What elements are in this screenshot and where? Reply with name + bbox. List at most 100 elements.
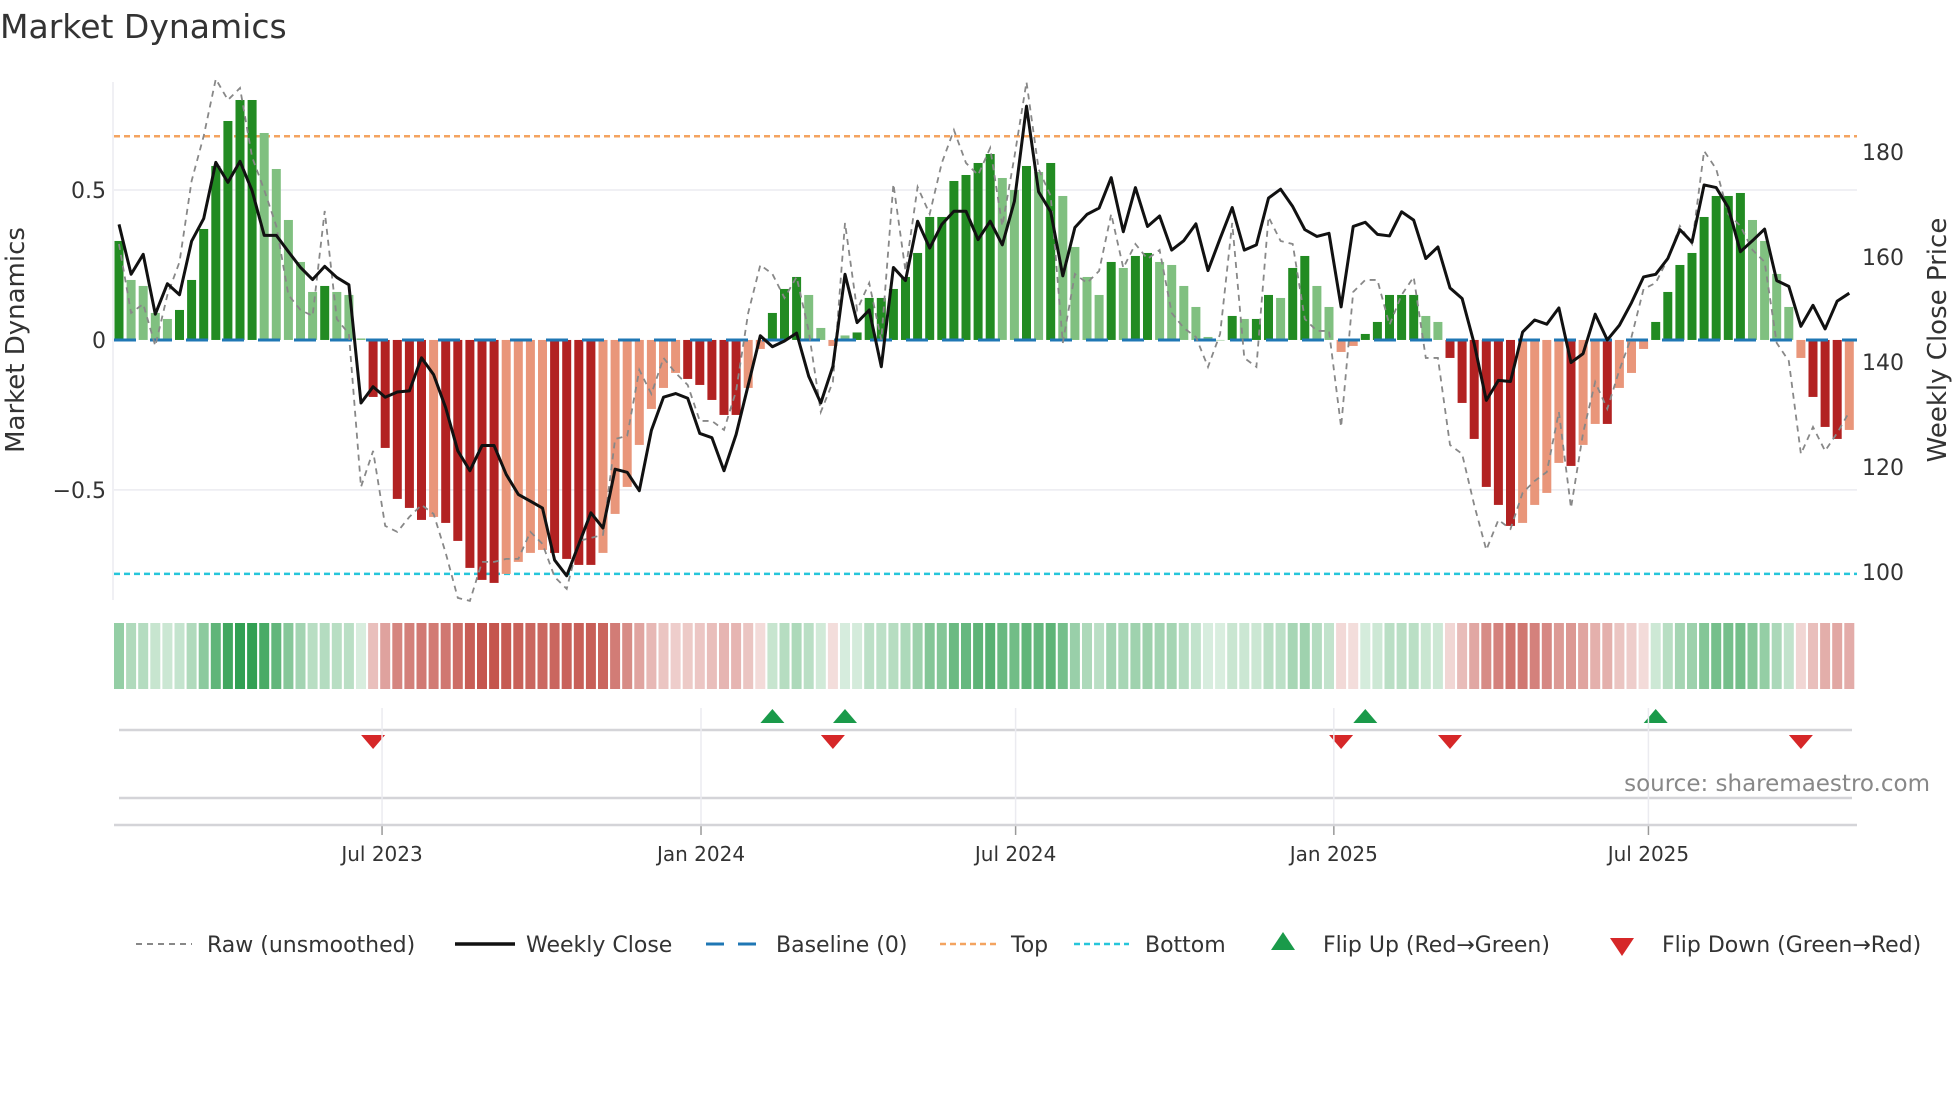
- heat-strip-cell: [477, 623, 487, 689]
- dynamics-bar: [1663, 291, 1673, 340]
- legend-flip-down-label: Flip Down (Green→Red): [1662, 933, 1921, 958]
- heat-strip-cell: [1626, 623, 1637, 689]
- heat-strip-cell: [210, 623, 221, 689]
- heat-strip-cell: [646, 623, 657, 689]
- heat-strip-cell: [622, 623, 633, 689]
- dynamics-bar: [985, 153, 995, 340]
- dynamics-bar: [1167, 264, 1177, 340]
- heat-strip-cell: [1360, 623, 1371, 689]
- dynamics-bar: [465, 339, 475, 568]
- flip-down-marker: [1329, 735, 1354, 749]
- dynamics-bar: [816, 327, 826, 340]
- market-dynamics-chart: Market Dynamics 0.5 0 −0.5 180 160 140 120 100…: [0, 7, 1953, 958]
- heat-strip-cell: [368, 623, 379, 689]
- heat-strip-cell: [307, 623, 318, 689]
- heat-strip-cell: [452, 623, 463, 689]
- dynamics-bar: [1796, 339, 1806, 358]
- flip-down-marker: [820, 735, 845, 749]
- legend-bottom-label: Bottom: [1145, 933, 1226, 958]
- heat-strip-cell: [1057, 623, 1068, 689]
- dynamics-bar: [1445, 339, 1455, 358]
- flip-down-marker: [1788, 735, 1813, 749]
- heat-strip-cell: [1154, 623, 1165, 689]
- dynamics-bar: [1070, 246, 1080, 340]
- heat-strip-cell: [561, 623, 572, 689]
- y2-tick-label: 140: [1862, 351, 1904, 376]
- heat-strip-cell: [319, 623, 330, 689]
- heat-strip-cell: [815, 623, 826, 689]
- dynamics-bar: [525, 339, 535, 553]
- dynamics-bar: [223, 120, 233, 340]
- y-tick-label: −0.5: [53, 479, 106, 504]
- dynamics-bar: [1760, 240, 1770, 340]
- heat-strip-cell: [634, 623, 645, 689]
- dynamics-bar: [1288, 267, 1298, 340]
- y2-tick-label: 100: [1862, 561, 1904, 586]
- dynamics-bar: [1772, 273, 1782, 340]
- heat-strip-cell: [1094, 623, 1105, 689]
- dynamics-bar: [1735, 192, 1745, 340]
- heat-strip-cell: [1396, 623, 1407, 689]
- heat-strip-cell: [852, 623, 863, 689]
- dynamics-bar: [211, 165, 221, 340]
- heat-strip-cell: [1239, 623, 1250, 689]
- dynamics-bar: [925, 216, 935, 340]
- heat-strip-cell: [174, 623, 185, 689]
- heat-strip-cell: [1372, 623, 1383, 689]
- x-tick-label: Jan 2025: [1288, 842, 1378, 866]
- heat-strip-cell: [1674, 623, 1685, 689]
- heat-strip-cell: [1263, 623, 1274, 689]
- heat-strip-cell: [1045, 623, 1056, 689]
- heat-strip-cell: [1299, 623, 1310, 689]
- heat-strip-cell: [259, 623, 270, 689]
- heat-strip-cell: [900, 623, 911, 689]
- dynamics-bar: [550, 339, 560, 553]
- heat-strip-cell: [924, 623, 935, 689]
- heat-strip-cell: [791, 623, 802, 689]
- x-tick-label: Jul 2023: [339, 842, 422, 866]
- dynamics-bar: [429, 339, 439, 517]
- heat-strip-cell: [827, 623, 838, 689]
- heat-strip-cell: [464, 623, 475, 689]
- heat-strip-cell: [1420, 623, 1431, 689]
- heat-strip-cell: [731, 623, 742, 689]
- y-axis-ticks: 0.5 0 −0.5: [53, 179, 106, 504]
- heat-strip-cell: [1735, 623, 1746, 689]
- dynamics-bar: [719, 339, 729, 415]
- heat-strip-cell: [416, 623, 427, 689]
- heat-strip-cell: [1033, 623, 1044, 689]
- y2-tick-label: 120: [1862, 456, 1904, 481]
- heat-strip-cell: [1505, 623, 1516, 689]
- heat-strip-cell: [1142, 623, 1153, 689]
- flip-up-marker: [833, 709, 857, 723]
- heat-strip-cell: [1215, 623, 1226, 689]
- dynamics-bar: [1276, 297, 1286, 340]
- dynamics-bar: [162, 318, 172, 340]
- dynamics-bar: [961, 174, 971, 340]
- dynamics-bar: [1493, 339, 1503, 505]
- heat-strip-cell: [1699, 623, 1710, 689]
- heat-strip-cell: [501, 623, 512, 689]
- flip-up-marker: [1353, 709, 1378, 723]
- heat-strip-cell: [1602, 623, 1613, 689]
- heat-strip-cell: [222, 623, 233, 689]
- dynamics-bar: [1832, 339, 1842, 439]
- heat-strip-cell: [271, 623, 282, 689]
- heat-strip-cell: [1069, 623, 1080, 689]
- dynamics-bar: [1372, 321, 1382, 340]
- heat-strip-cell: [1517, 623, 1528, 689]
- heat-strip-cell: [343, 623, 354, 689]
- dynamics-bar: [1675, 264, 1685, 340]
- heat-strip-cell: [864, 623, 875, 689]
- dynamics-bar: [1191, 306, 1201, 340]
- heat-strip-cell: [1747, 623, 1758, 689]
- dynamics-bar: [187, 279, 197, 340]
- heat-strip-cell: [1348, 623, 1359, 689]
- legend-baseline-label: Baseline (0): [776, 933, 907, 958]
- dynamics-bar: [1179, 285, 1189, 340]
- heat-strip-cell: [961, 623, 971, 689]
- y-tick-label: 0: [92, 329, 106, 354]
- heat-strip-cell: [1590, 623, 1601, 689]
- heat-strip-cell: [803, 623, 814, 689]
- dynamics-bar: [235, 99, 245, 340]
